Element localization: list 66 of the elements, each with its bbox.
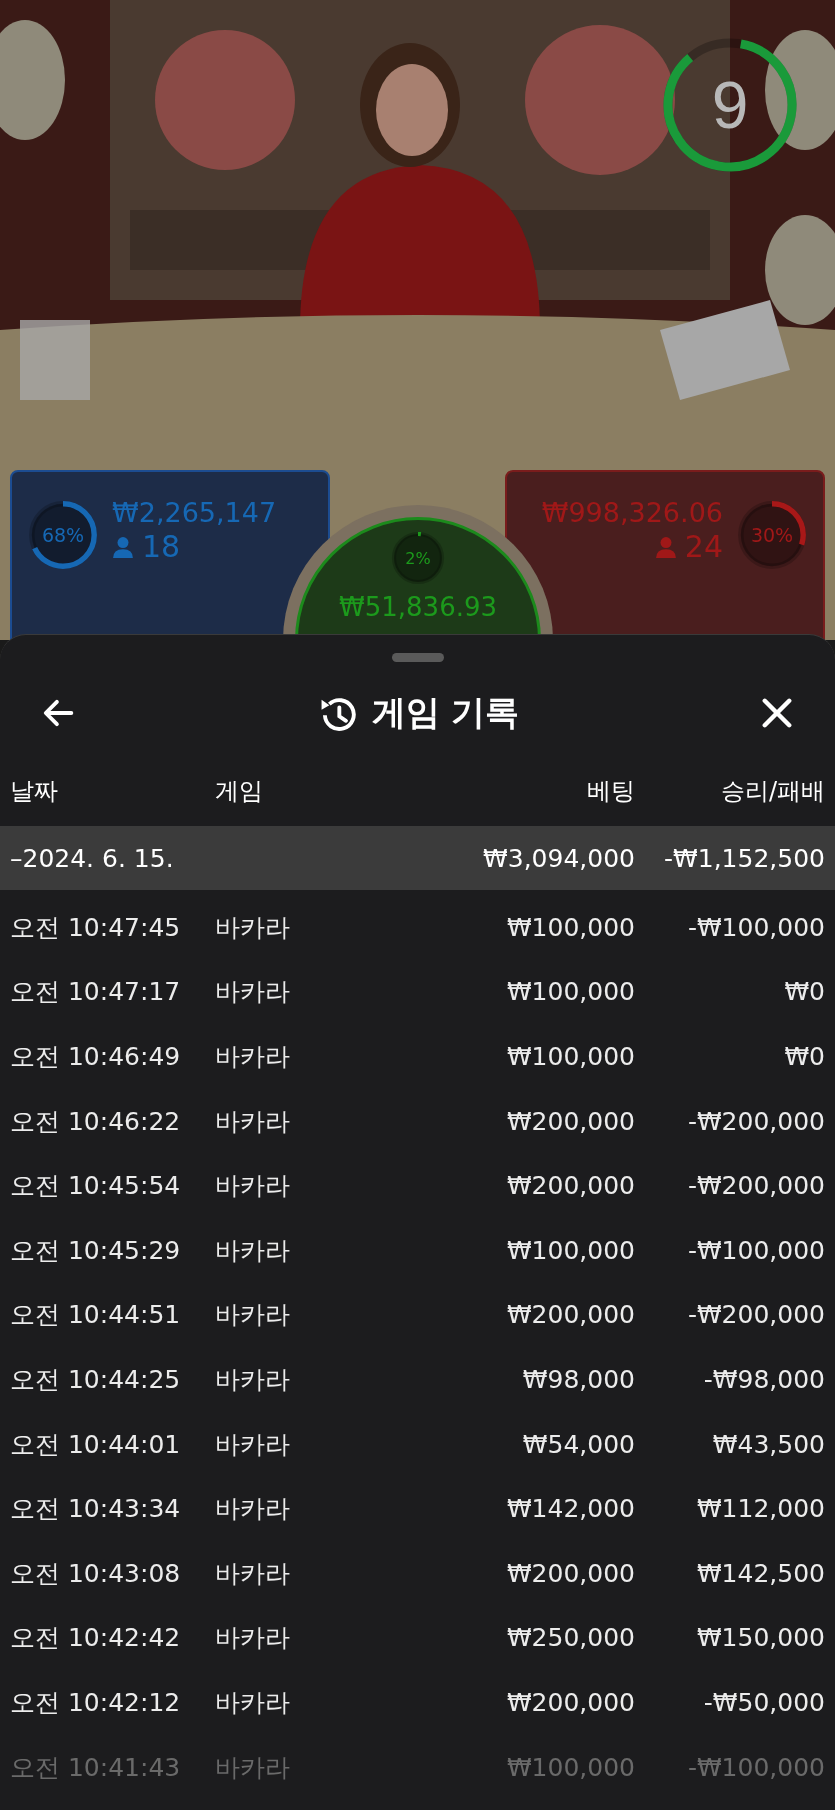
table-cell-text: 오전 10:47:17: [10, 976, 182, 1009]
table-cell-text: ₩150,000: [695, 1623, 825, 1653]
table-cell-text: ₩100,000: [505, 1042, 635, 1071]
table-cell-text: 오전 10:45:54: [10, 1170, 182, 1203]
table-cell-text: ₩200,000: [505, 1106, 635, 1136]
table-cell-text: 바카라: [215, 1234, 291, 1267]
table-cell-text: 오전 10:44:25: [10, 1363, 182, 1396]
table-cell-text: 바카라: [215, 1751, 291, 1784]
table-cell-text: -₩100,000: [686, 912, 825, 942]
table-cell-text: ₩200,000: [505, 1558, 635, 1588]
table-cell-text: 오전 10:43:08: [10, 1557, 182, 1590]
table-cell-text: ₩54,000: [521, 1429, 635, 1459]
table-cell-text: ₩100,000: [505, 1752, 635, 1782]
column-header: 게임: [215, 776, 264, 807]
table-cell-text: ₩200,000: [505, 1300, 635, 1330]
table-cell-text: 바카라: [215, 1105, 291, 1138]
table-cell-text: 오전 10:42:12: [10, 1686, 182, 1719]
bet-amount: ₩51,836.93: [339, 592, 497, 622]
player-count: 18: [142, 530, 181, 564]
table-cell-text: -₩200,000: [686, 1106, 825, 1136]
table-cell-text: 오전 10:46:49: [10, 1041, 182, 1073]
column-header: 승리/패배: [719, 776, 825, 807]
table-cell-text: ₩100,000: [505, 912, 635, 942]
table-cell-text: -₩100,000: [686, 1235, 825, 1265]
table-cell-text: -₩100,000: [686, 1752, 825, 1782]
table-cell-text: ₩142,500: [695, 1558, 825, 1588]
table-cell-text: 바카라: [215, 1428, 291, 1461]
table-cell-text: 오전 10:41:43: [10, 1751, 182, 1784]
player-count: 24: [684, 530, 723, 564]
table-cell-text: 바카라: [215, 1363, 291, 1396]
column-header: 베팅: [586, 776, 635, 807]
table-cell-text: ₩200,000: [505, 1687, 635, 1717]
table-cell-text: ₩100,000: [505, 977, 635, 1007]
bet-amount: ₩2,265,147: [112, 496, 277, 530]
table-cell-text: ₩100,000: [505, 1235, 635, 1265]
table-cell-text: -₩200,000: [686, 1171, 825, 1201]
table-cell-text: ₩112,000: [695, 1494, 825, 1524]
table-cell-text: 오전 10:44:51: [10, 1299, 182, 1332]
table-cell-text: 오전 10:44:01: [10, 1428, 182, 1461]
table-cell-text: 바카라: [215, 1557, 291, 1590]
table-cell-text: ₩250,000: [505, 1623, 635, 1653]
table-cell-text: 오전 10:46:22: [10, 1105, 182, 1138]
table-cell-text: 바카라: [215, 1299, 291, 1332]
table-cell-text: 오전 10:42:42: [10, 1622, 182, 1655]
table-cell-text: 바카라: [215, 1493, 291, 1526]
column-header: 날짜: [10, 776, 59, 807]
sheet-title: 게임 기록: [371, 691, 520, 734]
table-cell-text: -₩50,000: [702, 1687, 825, 1717]
table-cell-text: ₩142,000: [505, 1494, 635, 1524]
table-cell-text: 바카라: [215, 1041, 291, 1073]
table-cell-text: ₩0: [783, 1042, 825, 1071]
table-cell-text: 바카라: [215, 1622, 291, 1655]
table-cell-text: 오전 10:43:34: [10, 1493, 182, 1526]
table-cell-text: ₩98,000: [521, 1364, 635, 1394]
table-cell-text: ₩200,000: [505, 1171, 635, 1201]
table-cell-text: 오전 10:47:45: [10, 911, 182, 944]
bet-amount: ₩998,326.06: [541, 496, 723, 530]
table-cell-text: 바카라: [215, 1686, 291, 1719]
table-cell-text: 바카라: [215, 911, 291, 944]
table-cell-text: -₩200,000: [686, 1300, 825, 1330]
table-cell-text: ₩0: [783, 977, 825, 1007]
table-cell-text: -₩98,000: [702, 1364, 825, 1394]
table-cell-text: 바카라: [215, 1170, 291, 1203]
table-cell-text: ₩43,500: [711, 1429, 825, 1459]
table-cell-text: 오전 10:45:29: [10, 1234, 182, 1267]
table-cell-text: 바카라: [215, 976, 291, 1009]
